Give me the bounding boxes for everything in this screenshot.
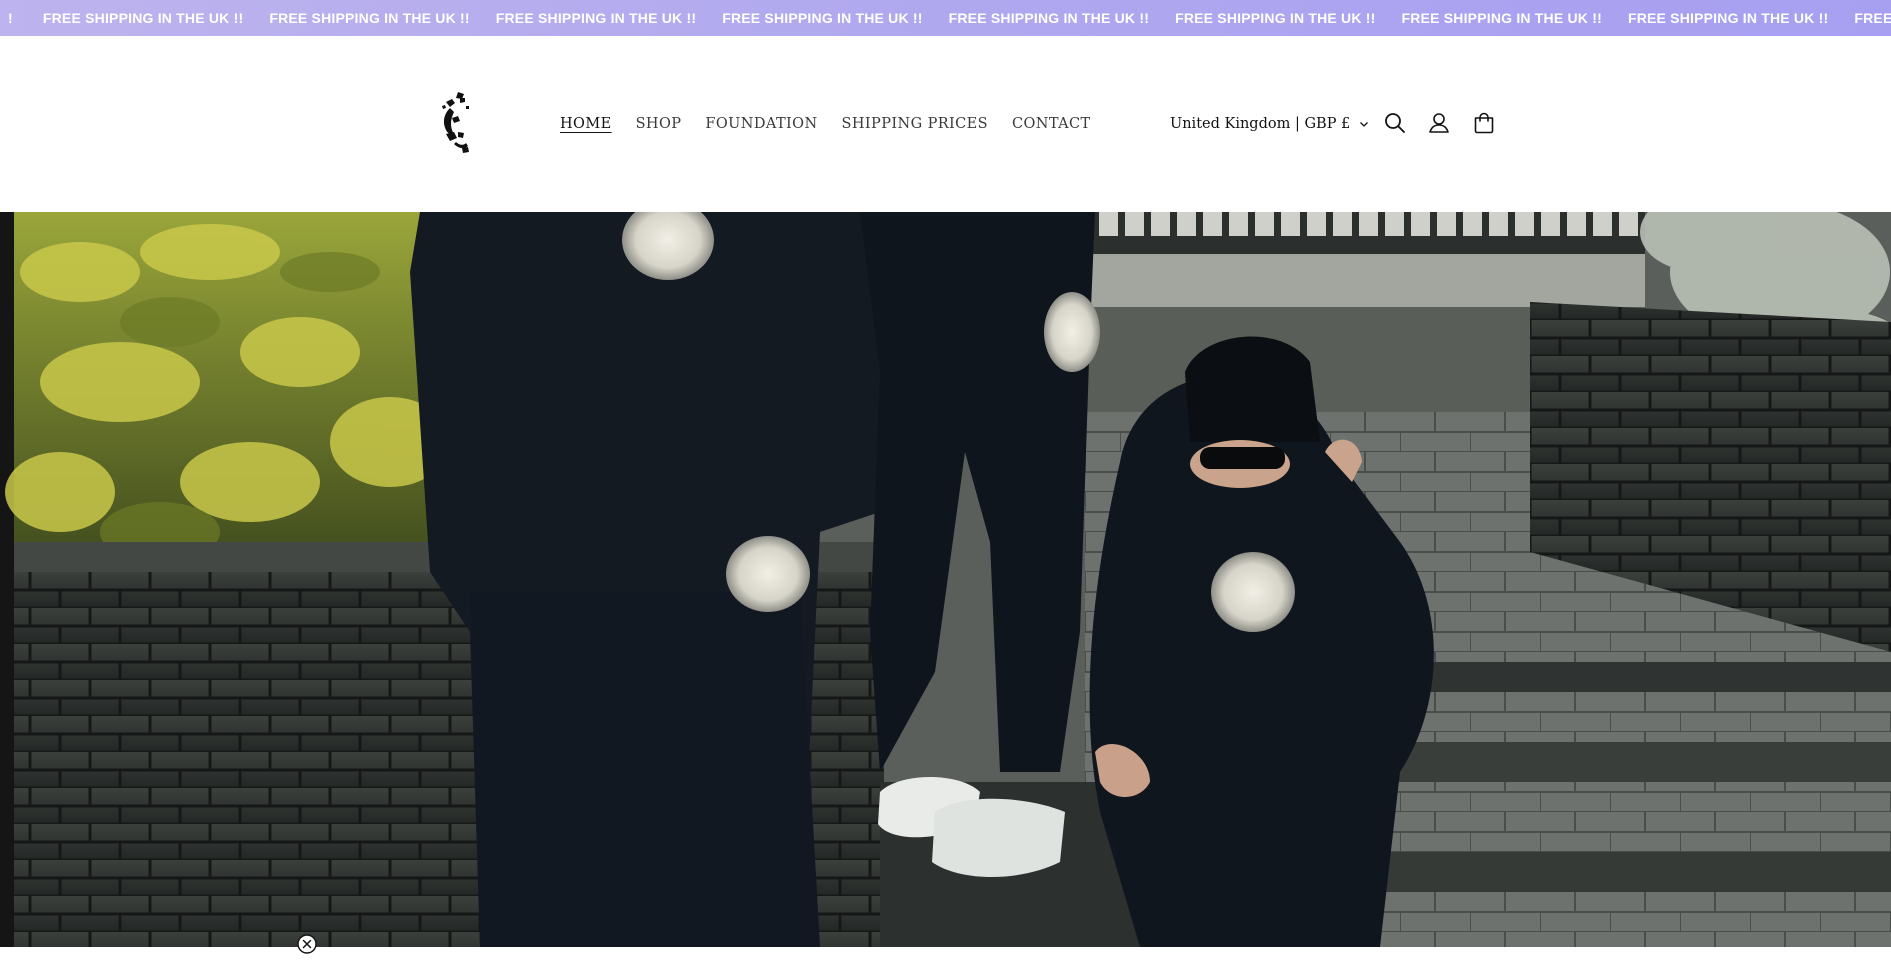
- nav-home[interactable]: HOME: [560, 116, 612, 132]
- site-header: HOME SHOP FOUNDATION SHIPPING PRICES CON…: [0, 36, 1891, 212]
- hero-banner[interactable]: [0, 212, 1891, 947]
- chevron-down-icon: [1360, 122, 1369, 127]
- announcement-text: FREE SHIPPING IN THE UK !!: [948, 10, 1150, 26]
- announcement-text: FREE SHIPPING IN THE UK !!: [495, 10, 697, 26]
- announcement-text: FREE SHIPPING IN THE UK !!: [1401, 10, 1602, 26]
- announcement-text: FREE SHIPPING IN THE UK !!: [1627, 10, 1829, 26]
- announcement-bar: ! FREE SHIPPING IN THE UK !! FREE SHIPPIN…: [0, 0, 1891, 36]
- announcement-text: FREE SHIPPING IN THE UK !!: [722, 10, 923, 26]
- nav-contact[interactable]: CONTACT: [1012, 116, 1091, 132]
- search-button[interactable]: [1382, 110, 1408, 136]
- nav-shipping-prices[interactable]: SHIPPING PRICES: [842, 116, 988, 132]
- announcement-text: FREE SHIPPING IN THE UK !!: [1854, 10, 1891, 26]
- close-icon: [297, 934, 317, 954]
- search-icon: [1385, 113, 1405, 133]
- main-nav: HOME SHOP FOUNDATION SHIPPING PRICES CON…: [560, 36, 1115, 212]
- region-currency-value: United Kingdom | GBP £: [1170, 116, 1351, 132]
- announcement-text: FREE SHIPPING IN THE UK !!: [42, 10, 244, 26]
- hero-image: [0, 212, 1891, 947]
- overlay-close-button[interactable]: [296, 933, 318, 955]
- region-currency-selector[interactable]: United Kingdom | GBP £: [1170, 36, 1370, 212]
- announcement-lead: !: [8, 10, 13, 26]
- nav-shop[interactable]: SHOP: [636, 116, 682, 132]
- nav-foundation[interactable]: FOUNDATION: [705, 116, 817, 132]
- announcement-track: ! FREE SHIPPING IN THE UK !! FREE SHIPPIN…: [0, 0, 1891, 36]
- announcement-text: FREE SHIPPING IN THE UK !!: [1175, 10, 1376, 26]
- announcement-text: FREE SHIPPING IN THE UK !!: [269, 10, 470, 26]
- brand-logo-link[interactable]: [436, 88, 476, 160]
- account-button[interactable]: [1426, 110, 1452, 136]
- cart-icon: [1474, 112, 1494, 134]
- cart-button[interactable]: [1471, 110, 1497, 136]
- account-icon: [1429, 113, 1449, 133]
- brand-logo-icon: [442, 92, 469, 153]
